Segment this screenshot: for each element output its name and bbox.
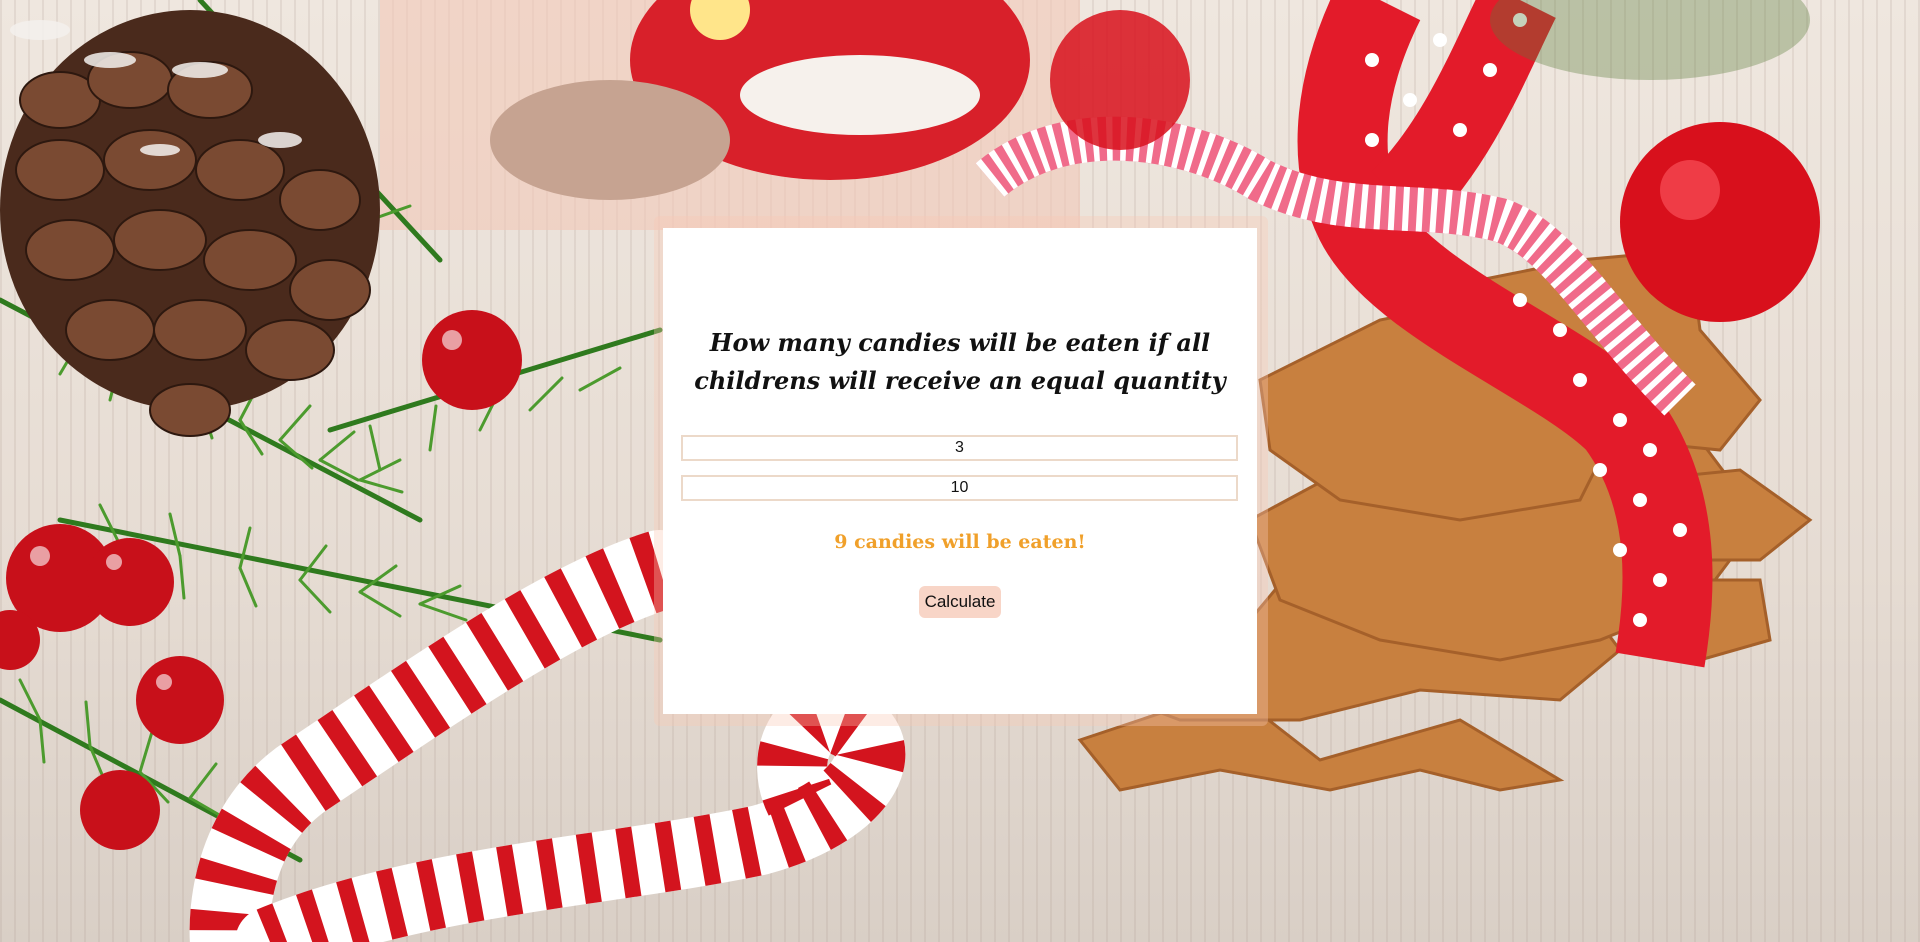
pine-cone: [0, 10, 380, 437]
children-count-input[interactable]: [681, 435, 1238, 461]
question-heading: How many candies will be eaten if all ch…: [694, 328, 1226, 395]
calculate-button[interactable]: Calculate: [919, 586, 1001, 618]
candy-calculator-panel: How many candies will be eaten if all ch…: [663, 228, 1257, 714]
result-text: 9 candies will be eaten!: [834, 531, 1086, 553]
candies-count-input[interactable]: [681, 475, 1238, 501]
